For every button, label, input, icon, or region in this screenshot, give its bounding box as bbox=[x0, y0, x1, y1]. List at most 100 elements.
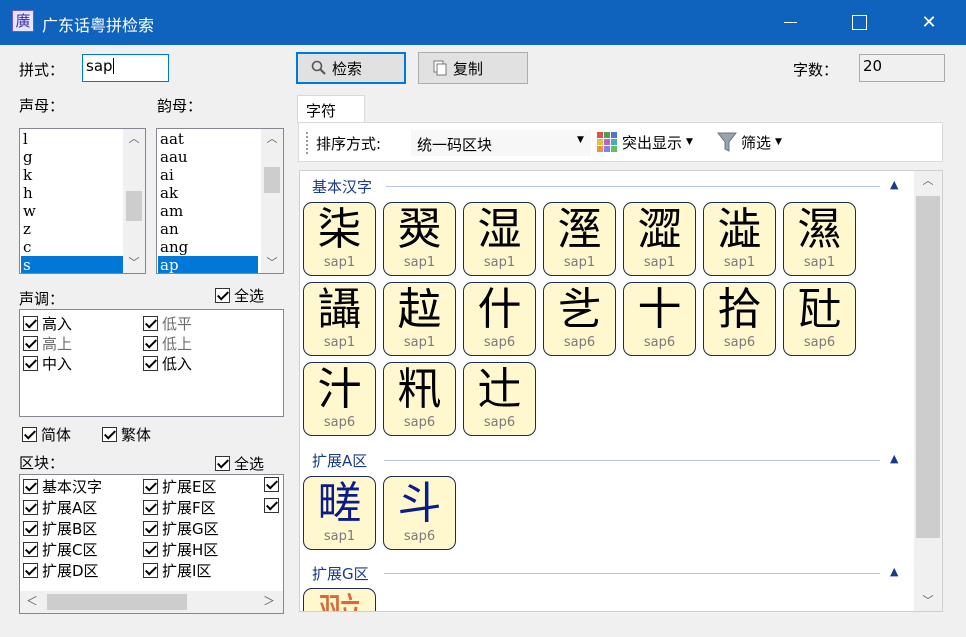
char-tile[interactable]: 乧 sap6 bbox=[543, 282, 616, 356]
char-tile[interactable]: 拾 sap6 bbox=[703, 282, 776, 356]
highlight-label: 突出显示 bbox=[622, 133, 683, 152]
char-glyph: 辻 bbox=[477, 364, 522, 415]
scroll-left-icon[interactable]: ＜ bbox=[26, 592, 38, 609]
char-tile[interactable]: 十 sap6 bbox=[623, 282, 696, 356]
list-item[interactable]: an bbox=[158, 220, 258, 238]
tone-checkbox[interactable]: 低平 bbox=[143, 313, 192, 334]
list-item[interactable]: am bbox=[158, 202, 258, 220]
list-item[interactable]: w bbox=[21, 202, 124, 220]
traditional-checkbox[interactable]: 繁体 bbox=[102, 424, 151, 445]
list-item[interactable]: z bbox=[21, 220, 124, 238]
scroll-up-icon[interactable]: ︿ bbox=[261, 129, 283, 149]
list-item[interactable]: ai bbox=[158, 166, 258, 184]
scroll-down-icon[interactable]: ﹀ bbox=[123, 253, 145, 273]
list-item[interactable]: ang bbox=[158, 238, 258, 256]
initials-scrollbar[interactable]: ︿ ﹀ bbox=[123, 129, 145, 273]
scroll-right-icon[interactable]: ＞ bbox=[263, 592, 275, 609]
tone-checkbox[interactable]: 低入 bbox=[143, 353, 192, 374]
char-tile[interactable]: 什 sap6 bbox=[463, 282, 536, 356]
initials-list[interactable]: l g k h w z c s ︿ ﹀ bbox=[19, 128, 146, 274]
block-checkbox[interactable]: 扩展H区 bbox=[143, 539, 218, 560]
copy-button[interactable]: 复制 bbox=[418, 52, 528, 84]
scroll-down-icon[interactable]: ﹀ bbox=[914, 591, 942, 611]
char-tile[interactable]: 湿 sap1 bbox=[463, 202, 536, 276]
block-checkbox[interactable]: 基本汉字 bbox=[23, 476, 102, 497]
block-checkbox[interactable]: 扩展I区 bbox=[143, 560, 211, 581]
scroll-thumb[interactable] bbox=[47, 594, 187, 610]
scroll-up-icon[interactable]: ︿ bbox=[123, 129, 145, 149]
block-checkbox[interactable]: 扩展C区 bbox=[23, 539, 97, 560]
char-tile[interactable]: 趇 sap1 bbox=[383, 282, 456, 356]
tone-checkbox[interactable]: 高上 bbox=[23, 333, 72, 354]
list-item[interactable]: aat bbox=[158, 130, 258, 148]
scroll-thumb[interactable] bbox=[126, 191, 142, 221]
tones-select-all-checkbox[interactable]: 全选 bbox=[215, 285, 264, 306]
char-tile[interactable]: 翋 bbox=[303, 588, 376, 611]
char-tile[interactable]: 斗 sap6 bbox=[383, 476, 456, 550]
finals-list[interactable]: aat aau ai ak am an ang ap ︿ ﹀ bbox=[156, 128, 284, 274]
tab-characters[interactable]: 字符 bbox=[297, 95, 365, 123]
block-checkbox[interactable]: 扩展G区 bbox=[143, 518, 219, 539]
block-checkbox-overflow[interactable] bbox=[264, 476, 283, 494]
check-icon bbox=[23, 542, 38, 557]
collapse-icon[interactable]: ▲ bbox=[890, 178, 898, 191]
maximize-button[interactable] bbox=[836, 0, 882, 45]
list-item[interactable]: c bbox=[21, 238, 124, 256]
chevron-down-icon[interactable]: ▼ bbox=[577, 135, 584, 145]
block-checkbox[interactable]: 扩展B区 bbox=[23, 518, 97, 539]
char-tile[interactable]: 溼 sap1 bbox=[543, 202, 616, 276]
tone-checkbox[interactable]: 高入 bbox=[23, 313, 72, 334]
char-glyph: 汁 bbox=[317, 364, 362, 415]
char-glyph: 翜 bbox=[397, 204, 442, 255]
list-item-selected[interactable]: s bbox=[21, 256, 124, 273]
list-item[interactable]: l bbox=[21, 130, 124, 148]
close-button[interactable]: ✕ bbox=[906, 0, 952, 45]
scroll-up-icon[interactable]: ︿ bbox=[914, 171, 942, 191]
collapse-icon[interactable]: ▲ bbox=[890, 452, 898, 465]
block-checkbox-overflow[interactable] bbox=[264, 497, 283, 515]
tone-checkbox[interactable]: 中入 bbox=[23, 353, 72, 374]
filter-dropdown[interactable]: 筛选 ▼ bbox=[717, 131, 782, 153]
scroll-thumb[interactable] bbox=[264, 167, 280, 193]
char-tile[interactable]: 㽨 sap1 bbox=[303, 476, 376, 550]
checkbox-label: 高上 bbox=[42, 335, 73, 353]
block-checkbox[interactable]: 扩展F区 bbox=[143, 497, 216, 518]
minimize-button[interactable] bbox=[768, 0, 814, 45]
block-checkbox[interactable]: 扩展E区 bbox=[143, 476, 216, 497]
char-tile[interactable]: 澁 sap1 bbox=[703, 202, 776, 276]
block-checkbox[interactable]: 扩展A区 bbox=[23, 497, 97, 518]
list-item[interactable]: aau bbox=[158, 148, 258, 166]
finals-scrollbar[interactable]: ︿ ﹀ bbox=[261, 129, 283, 273]
char-tile[interactable]: 瓧 sap6 bbox=[783, 282, 856, 356]
scroll-down-icon[interactable]: ﹀ bbox=[261, 253, 283, 273]
check-icon bbox=[143, 336, 158, 351]
char-tile[interactable]: 讘 sap1 bbox=[303, 282, 376, 356]
char-tile[interactable]: 汁 sap6 bbox=[303, 362, 376, 436]
blocks-select-all-checkbox[interactable]: 全选 bbox=[215, 453, 264, 474]
char-tile[interactable]: 澀 sap1 bbox=[623, 202, 696, 276]
block-checkbox[interactable]: 扩展D区 bbox=[23, 560, 99, 581]
char-tile[interactable]: 柒 sap1 bbox=[303, 202, 376, 276]
pinyin-input[interactable]: sap bbox=[82, 54, 169, 82]
char-tile[interactable]: 濕 sap1 bbox=[783, 202, 856, 276]
list-item[interactable]: ak bbox=[158, 184, 258, 202]
char-tile[interactable]: 翜 sap1 bbox=[383, 202, 456, 276]
list-item[interactable]: h bbox=[21, 184, 124, 202]
results-scrollbar[interactable]: ︿ ﹀ bbox=[914, 171, 942, 611]
search-button[interactable]: 检索 bbox=[296, 52, 406, 84]
collapse-icon[interactable]: ▲ bbox=[890, 565, 898, 578]
funnel-icon bbox=[717, 132, 737, 152]
tone-checkbox[interactable]: 低上 bbox=[143, 333, 192, 354]
list-item-selected[interactable]: ap bbox=[158, 256, 258, 273]
char-tile[interactable]: 辻 sap6 bbox=[463, 362, 536, 436]
highlight-dropdown[interactable]: 突出显示 ▼ bbox=[596, 131, 693, 153]
list-item[interactable]: k bbox=[21, 166, 124, 184]
check-icon bbox=[23, 336, 38, 351]
sort-select[interactable]: 统一码区块 bbox=[411, 130, 591, 156]
scroll-thumb[interactable] bbox=[916, 196, 940, 538]
char-tile[interactable]: 籸 sap6 bbox=[383, 362, 456, 436]
check-icon bbox=[143, 521, 158, 536]
simplified-checkbox[interactable]: 简体 bbox=[22, 424, 71, 445]
blocks-hscrollbar[interactable]: ＜ ＞ bbox=[20, 591, 283, 613]
list-item[interactable]: g bbox=[21, 148, 124, 166]
